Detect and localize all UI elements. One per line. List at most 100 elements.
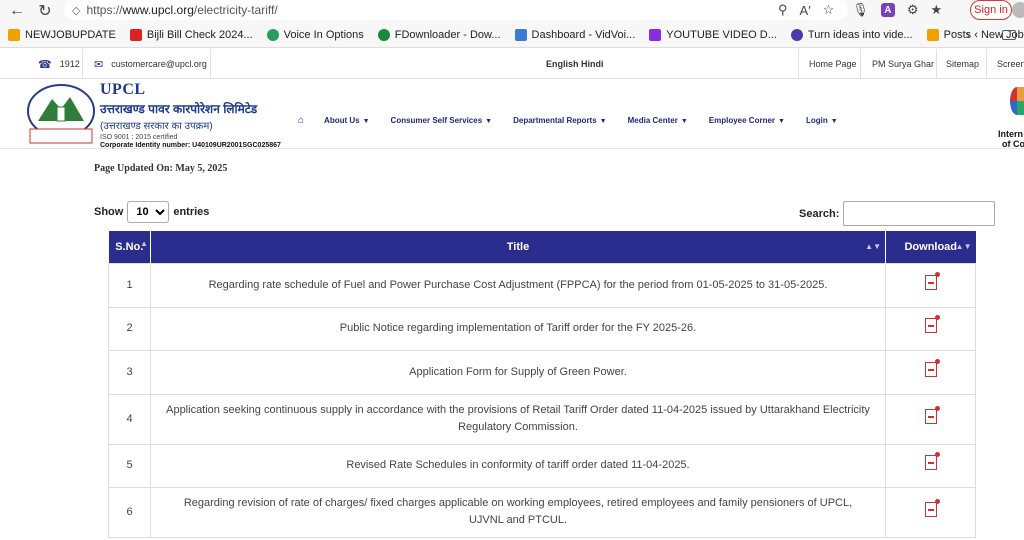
pdf-download-icon[interactable]	[924, 498, 940, 517]
url-path: /electricity-tariff/	[193, 3, 278, 17]
menu-about-us[interactable]: About Us ▼	[324, 116, 370, 125]
azadi-text-1: Intern	[998, 129, 1024, 139]
bookmark-item[interactable]: YOUTUBE VIDEO D...	[649, 28, 777, 41]
chevron-down-icon: ▼	[485, 118, 493, 125]
menu-media-center[interactable]: Media Center ▼	[628, 116, 688, 125]
sitemap-link[interactable]: Sitemap	[946, 49, 979, 79]
menu-departmental-reports[interactable]: Departmental Reports ▼	[513, 116, 607, 125]
table-row: 3 Application Form for Supply of Green P…	[108, 349, 976, 395]
url-protocol: https://	[86, 3, 123, 17]
extension-icon[interactable]: A	[880, 3, 895, 17]
sort-icon: ▲	[140, 239, 148, 248]
column-header-title[interactable]: Title ▲▼	[150, 231, 886, 263]
profile-avatar[interactable]	[1012, 2, 1024, 18]
menu-consumer-self-services[interactable]: Consumer Self Services ▼	[391, 116, 493, 125]
bookmarks-bar: NEWJOBUPDATE Bijli Bill Check 2024... Vo…	[0, 22, 1024, 48]
site-utility-bar: ☎ 1912 ✉ customercare@upcl.org English Hin…	[0, 49, 1024, 79]
pm-surya-ghar-link[interactable]: PM Surya Ghar	[872, 49, 934, 79]
bookmark-label: Voice In Options	[283, 28, 364, 41]
pdf-download-icon[interactable]	[924, 358, 940, 377]
favorite-star-icon[interactable]: ☆	[823, 2, 835, 18]
favorites-icon[interactable]: ★	[930, 2, 942, 18]
bookmark-item[interactable]: Turn ideas into vide...	[790, 28, 913, 41]
mic-icon[interactable]: 🎙	[852, 2, 869, 18]
pdf-download-icon[interactable]	[924, 452, 940, 470]
iso-certification: ISO 9001 : 2015 certified	[100, 134, 178, 141]
upcl-logo[interactable]	[26, 83, 96, 145]
bookmark-item[interactable]: NEWJOBUPDATE	[8, 28, 116, 41]
chevron-down-icon: ▼	[599, 118, 607, 125]
pdf-download-icon[interactable]	[924, 315, 940, 333]
bookmark-icon	[514, 28, 527, 41]
row-title: Revised Rate Schedules in conformity of …	[150, 443, 886, 488]
reload-icon[interactable]: ↻	[34, 0, 56, 22]
pdf-download-icon[interactable]	[924, 405, 940, 424]
search-icon[interactable]: ⚲	[778, 2, 788, 18]
row-title: Regarding revision of rate of charges/ f…	[150, 486, 886, 538]
bookmark-item[interactable]: Bijli Bill Check 2024...	[129, 28, 253, 41]
menu-label: Login	[805, 116, 828, 125]
bookmark-item[interactable]: FDownloader - Dow...	[377, 28, 501, 41]
sort-icon: ▲▼	[865, 242, 881, 251]
pdf-download-icon[interactable]	[924, 271, 940, 290]
header-label: Download	[904, 240, 958, 253]
azadi-text-2: of Co	[1002, 139, 1024, 149]
table-row: 6 Regarding revision of rate of charges/…	[108, 486, 976, 538]
download-cell	[885, 486, 976, 538]
search-input[interactable]	[843, 201, 996, 226]
bookmark-icon	[790, 28, 803, 41]
chevron-down-icon: ▼	[362, 118, 370, 125]
download-cell	[885, 443, 976, 488]
chevron-down-icon: ▼	[680, 118, 688, 125]
bookmark-icon	[266, 28, 279, 41]
entries-select[interactable]: 10	[127, 201, 170, 223]
row-title: Public Notice regarding implementation o…	[150, 306, 886, 351]
corporate-id: Corporate Identity number: U40109UR2001S…	[100, 142, 281, 149]
helpline[interactable]: ☎ 1912	[38, 49, 80, 79]
bookmark-item[interactable]: Dashboard - VidVoi...	[514, 28, 636, 41]
menu-label: About Us	[324, 116, 360, 125]
email-link[interactable]: ✉ customercare@upcl.org	[94, 49, 207, 79]
tariff-table: S.No. ▲ Title ▲▼ Download ▲▼ 1 Regarding ra…	[108, 231, 976, 538]
row-title: Application Form for Supply of Green Pow…	[150, 349, 886, 395]
table-header-row: S.No. ▲ Title ▲▼ Download ▲▼	[108, 231, 976, 263]
menu-login[interactable]: Login ▼	[806, 116, 838, 125]
brand-hindi-subtitle: (उत्तराखण्ड सरकार का उपक्रम)	[100, 121, 213, 132]
bookmark-icon	[8, 28, 20, 41]
back-icon[interactable]: ←	[6, 0, 28, 22]
settings-icon[interactable]: ⚙	[907, 2, 919, 18]
email-text: customercare@upcl.org	[111, 59, 207, 69]
row-sno: 2	[108, 306, 151, 351]
menu-label: Employee Corner	[708, 116, 776, 125]
folder-icon[interactable]	[1002, 29, 1016, 40]
phone-icon: ☎	[38, 58, 52, 71]
column-header-sno[interactable]: S.No. ▲	[108, 231, 151, 263]
helpline-number: 1912	[59, 59, 80, 69]
main-menu: ⌂ About Us ▼ Consumer Self Services ▼ Depa…	[298, 115, 859, 126]
address-bar[interactable]: ◇ https://www.upcl.org/electricity-tarif…	[64, 0, 848, 20]
read-aloud-icon[interactable]: A′	[800, 3, 811, 18]
home-icon[interactable]: ⌂	[298, 115, 304, 126]
language-switch[interactable]: English Hindi	[546, 49, 604, 79]
bookmark-icon	[926, 28, 939, 41]
chevron-right-icon[interactable]: ›	[966, 27, 970, 42]
sign-in-button[interactable]: Sign in	[970, 0, 1012, 20]
url-host: www.upcl.org	[122, 3, 194, 17]
menu-employee-corner[interactable]: Employee Corner ▼	[709, 116, 785, 125]
table-row: 4 Application seeking continuous supply …	[108, 393, 976, 445]
row-sno: 4	[108, 393, 151, 445]
brand-block: UPCL उत्तराखण्ड पावर कारपोरेशन लिमिटेड (…	[100, 81, 281, 149]
azadi-logo[interactable]: Intern of Co	[996, 83, 1024, 149]
bookmark-item[interactable]: Voice In Options	[266, 28, 364, 41]
browser-toolbar: ← ↻ ◇ https://www.upcl.org/electricity-t…	[0, 0, 1024, 22]
bookmark-label: Dashboard - VidVoi...	[531, 28, 636, 41]
bookmark-label: YOUTUBE VIDEO D...	[666, 28, 777, 41]
screen-reader-link[interactable]: Screen	[997, 49, 1024, 79]
chevron-down-icon: ▼	[778, 118, 785, 125]
search-label: Search:	[799, 207, 840, 220]
download-cell	[885, 306, 976, 351]
home-page-link[interactable]: Home Page	[809, 49, 857, 79]
menu-label: Consumer Self Services	[390, 116, 483, 125]
download-cell	[885, 393, 976, 445]
column-header-download[interactable]: Download ▲▼	[885, 231, 976, 263]
